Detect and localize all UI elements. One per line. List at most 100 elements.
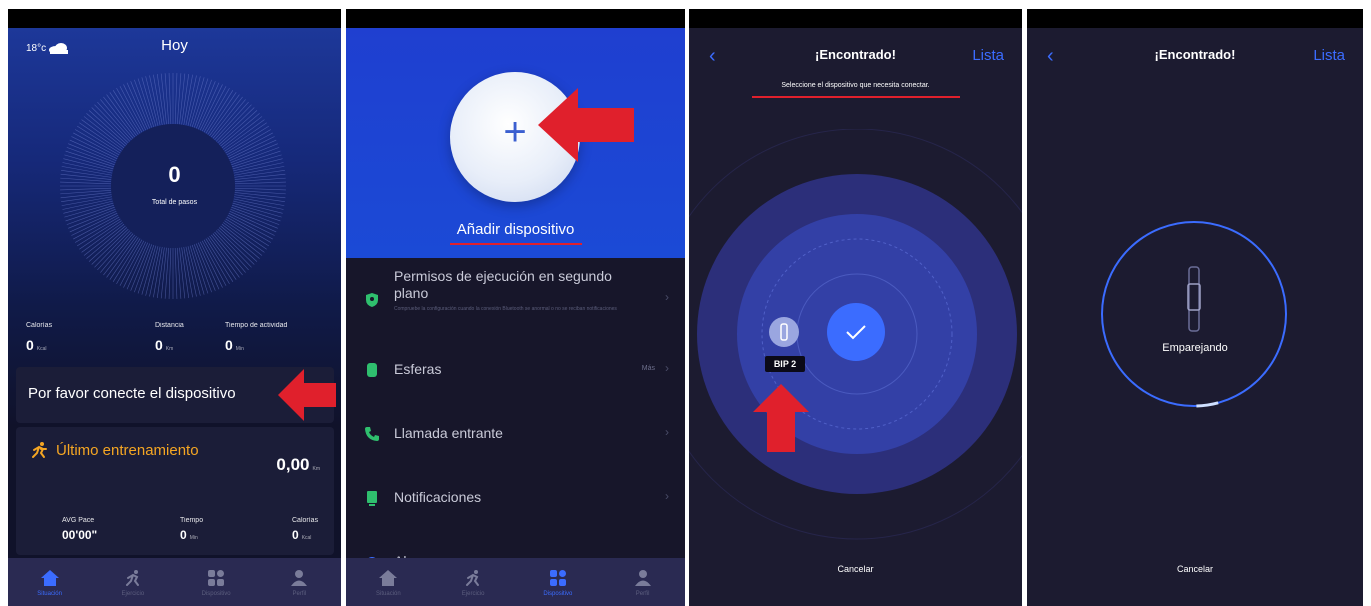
list-button[interactable]: Lista xyxy=(972,47,1004,64)
notification-icon xyxy=(367,491,377,506)
tab-dispositivo[interactable]: Dispositivo xyxy=(175,558,258,606)
stat-unit: Kcal xyxy=(301,535,312,541)
chevron-right-icon: › xyxy=(665,361,669,375)
stat-activity-time: Tiempo de actividad 0 Min xyxy=(225,322,287,353)
shield-icon xyxy=(366,293,378,307)
phone-icon xyxy=(365,427,379,441)
training-time: Tiempo 0 Min xyxy=(180,517,203,542)
stat-value: 0 xyxy=(155,337,163,353)
tab-perfil[interactable]: Perfil xyxy=(258,558,341,606)
home-screen: 18°c Hoy 0 Total de pasos Calorías 0 Kcal… xyxy=(8,9,341,606)
stat-label: AVG Pace xyxy=(62,517,95,524)
bottom-tab-bar: Situación Ejercicio Dispositivo Perfil xyxy=(8,558,341,606)
stat-unit: Min xyxy=(235,346,244,352)
home-icon xyxy=(378,568,398,588)
stat-label: Calorías xyxy=(292,517,319,524)
runner-icon xyxy=(463,568,483,588)
stat-value: 0 xyxy=(26,337,34,353)
tab-ejercicio[interactable]: Ejercicio xyxy=(431,558,516,606)
cancel-button[interactable]: Cancelar xyxy=(1027,564,1363,574)
tab-label: Dispositivo xyxy=(543,590,573,597)
tab-label: Perfil xyxy=(635,590,650,597)
stat-label: Tiempo xyxy=(180,517,204,524)
band-icon xyxy=(780,323,788,341)
connect-device-text: Por favor conecte el dispositivo xyxy=(28,385,236,402)
chevron-right-icon: › xyxy=(665,425,669,439)
menu-item-title: Notificaciones xyxy=(394,489,482,505)
menu-item-title: Permisos de ejecución en segundo plano xyxy=(394,268,612,301)
stat-value: 00'00" xyxy=(62,528,98,542)
tab-perfil[interactable]: Perfil xyxy=(600,558,685,606)
menu-item-title: Llamada entrante xyxy=(394,425,503,441)
found-device-screen: ‹ ¡Encontrado! Lista Seleccione el dispo… xyxy=(689,9,1022,606)
annotation-underline xyxy=(752,96,960,98)
stat-value: 0 xyxy=(292,528,299,542)
home-icon xyxy=(40,568,60,588)
last-training-card[interactable]: Último entrenamiento 0,00 Km AVG Pace 00'… xyxy=(16,427,334,555)
watchface-icon xyxy=(367,363,377,377)
list-button[interactable]: Lista xyxy=(1313,47,1345,64)
stat-label: Calorías xyxy=(26,322,53,329)
tab-dispositivo[interactable]: Dispositivo xyxy=(516,558,601,606)
status-bar xyxy=(8,9,341,28)
stat-unit: Kcal xyxy=(36,346,47,352)
status-bar xyxy=(1027,9,1363,28)
check-icon xyxy=(846,325,866,340)
chevron-right-icon: › xyxy=(665,290,669,304)
stat-value: 0 xyxy=(180,528,187,542)
tab-label: Situación xyxy=(376,590,401,597)
menu-item-incoming-call[interactable]: Llamada entrante › xyxy=(346,402,685,466)
tab-label: Situación xyxy=(37,590,62,597)
menu-item-watchfaces[interactable]: Esferas Más › xyxy=(346,338,685,402)
stat-calories: Calorías 0 Kcal xyxy=(26,322,52,353)
stat-label: Tiempo de actividad xyxy=(225,322,288,329)
menu-item-subtitle: Compruebe la configuración cuando la con… xyxy=(394,306,617,312)
connect-check-button[interactable] xyxy=(827,303,885,361)
runner-icon xyxy=(123,568,143,588)
stat-unit: Min xyxy=(189,535,198,541)
stat-unit: Km xyxy=(165,346,174,352)
device-icon xyxy=(206,568,226,588)
page-title: Hoy xyxy=(161,37,188,54)
menu-item-notifications[interactable]: Notificaciones › xyxy=(346,466,685,530)
status-bar xyxy=(346,9,685,28)
annotation-arrow-left xyxy=(278,369,336,421)
runner-icon xyxy=(32,442,47,458)
device-name-label: BIP 2 xyxy=(765,356,805,372)
instruction-text: Seleccione el dispositivo que necesita c… xyxy=(781,82,930,89)
annotation-underline xyxy=(450,243,582,245)
profile-icon xyxy=(633,568,653,588)
add-device-label[interactable]: Añadir dispositivo xyxy=(346,221,685,238)
tab-label: Perfil xyxy=(292,590,307,597)
menu-item-background-permissions[interactable]: Permisos de ejecución en segundo plano C… xyxy=(346,262,685,332)
cancel-button[interactable]: Cancelar xyxy=(689,564,1022,574)
devices-screen: + Añadir dispositivo Permisos de ejecuci… xyxy=(346,9,685,606)
stat-distance: Distancia 0 Km xyxy=(155,322,184,353)
menu-item-more: Más xyxy=(641,365,655,372)
annotation-arrow-up xyxy=(753,384,809,452)
annotation-arrow-left xyxy=(538,88,634,162)
tab-situacion[interactable]: Situación xyxy=(8,558,91,606)
training-pace: AVG Pace 00'00" xyxy=(62,517,97,542)
pairing-screen: ‹ ¡Encontrado! Lista Emparejando Cancela… xyxy=(1027,9,1363,606)
profile-icon xyxy=(289,568,309,588)
menu-item-title: Esferas xyxy=(394,361,442,377)
stat-value: 0 xyxy=(225,337,233,353)
tab-ejercicio[interactable]: Ejercicio xyxy=(91,558,174,606)
device-icon xyxy=(548,568,568,588)
tab-label: Ejercicio xyxy=(461,590,485,597)
training-title: Último entrenamiento xyxy=(56,441,199,459)
status-bar xyxy=(689,9,1022,28)
tab-label: Dispositivo xyxy=(201,590,231,597)
steps-label: Total de pasos xyxy=(151,199,198,206)
pairing-status: Emparejando xyxy=(1162,342,1228,354)
bottom-tab-bar: Situación Ejercicio Dispositivo Perfil xyxy=(346,558,685,606)
training-distance: 0,00 xyxy=(276,455,310,474)
tab-situacion[interactable]: Situación xyxy=(346,558,431,606)
tab-label: Ejercicio xyxy=(121,590,145,597)
band-icon xyxy=(1187,266,1201,332)
steps-count: 0 xyxy=(168,162,181,187)
training-calories: Calorías 0 Kcal xyxy=(292,517,318,542)
training-distance-unit: Km xyxy=(312,466,321,472)
device-bip2[interactable] xyxy=(769,317,799,347)
